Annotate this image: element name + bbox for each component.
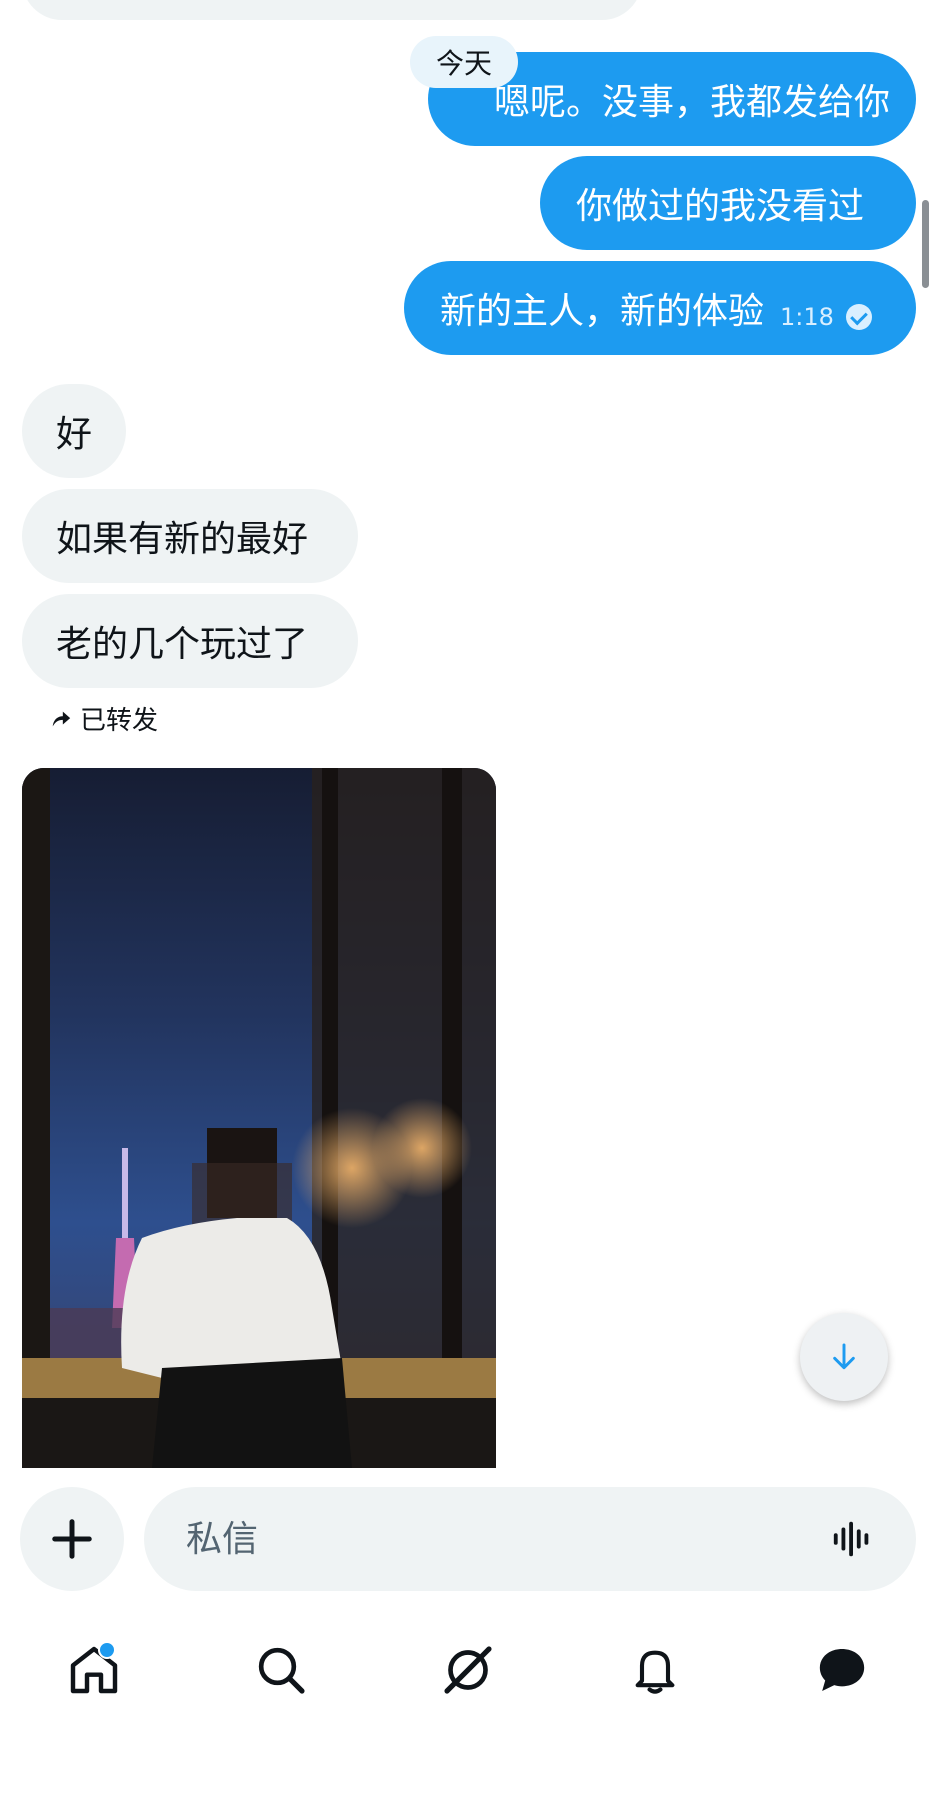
nav-grok[interactable] xyxy=(418,1625,518,1715)
message-time: 1:18 xyxy=(780,303,834,331)
scrollbar[interactable] xyxy=(922,200,929,288)
arrow-down-icon xyxy=(833,1343,855,1370)
grok-icon xyxy=(444,1646,492,1694)
forwarded-indicator: 已转发 xyxy=(50,700,158,737)
messages-icon xyxy=(820,1649,865,1691)
voice-message-icon[interactable] xyxy=(830,1516,876,1562)
bottom-navigation xyxy=(0,1620,936,1720)
message-text: 嗯呢。没事，我都发给你 xyxy=(494,82,891,123)
message-text: 你做过的我没看过 xyxy=(576,186,865,227)
nav-messages[interactable] xyxy=(792,1625,892,1715)
message-text: 好 xyxy=(56,414,93,455)
forward-arrow-icon xyxy=(52,711,71,726)
incoming-message[interactable]: 老的几个玩过了 xyxy=(22,594,358,688)
date-label: 今天 xyxy=(436,47,493,80)
search-icon xyxy=(258,1647,305,1694)
notification-dot xyxy=(97,1641,116,1659)
incoming-message[interactable]: 好 xyxy=(22,384,126,478)
message-text: 老的几个玩过了 xyxy=(56,624,309,665)
add-media-button[interactable] xyxy=(20,1487,124,1591)
date-separator: 今天 xyxy=(410,36,519,88)
read-check-icon xyxy=(845,304,872,330)
nav-home[interactable] xyxy=(44,1625,144,1715)
message-text: 如果有新的最好 xyxy=(56,519,309,560)
nav-search[interactable] xyxy=(231,1625,331,1715)
outgoing-message[interactable]: 你做过的我没看过 xyxy=(540,156,916,250)
message-composer[interactable] xyxy=(144,1487,916,1591)
previous-message-bubble xyxy=(22,0,642,20)
message-input[interactable] xyxy=(184,1517,830,1561)
message-text: 新的主人，新的体验 xyxy=(440,291,765,332)
forwarded-label: 已转发 xyxy=(80,706,159,736)
bell-icon xyxy=(635,1650,675,1694)
message-meta: 1:18 xyxy=(780,303,872,331)
photo-image xyxy=(22,768,496,1468)
scroll-to-bottom-button[interactable] xyxy=(800,1313,888,1401)
incoming-message[interactable]: 如果有新的最好 xyxy=(22,489,358,583)
plus-icon xyxy=(52,1519,92,1559)
nav-notifications[interactable] xyxy=(605,1625,705,1715)
photo-attachment[interactable] xyxy=(22,768,496,1468)
outgoing-message[interactable]: 新的主人，新的体验 1:18 xyxy=(404,261,916,355)
